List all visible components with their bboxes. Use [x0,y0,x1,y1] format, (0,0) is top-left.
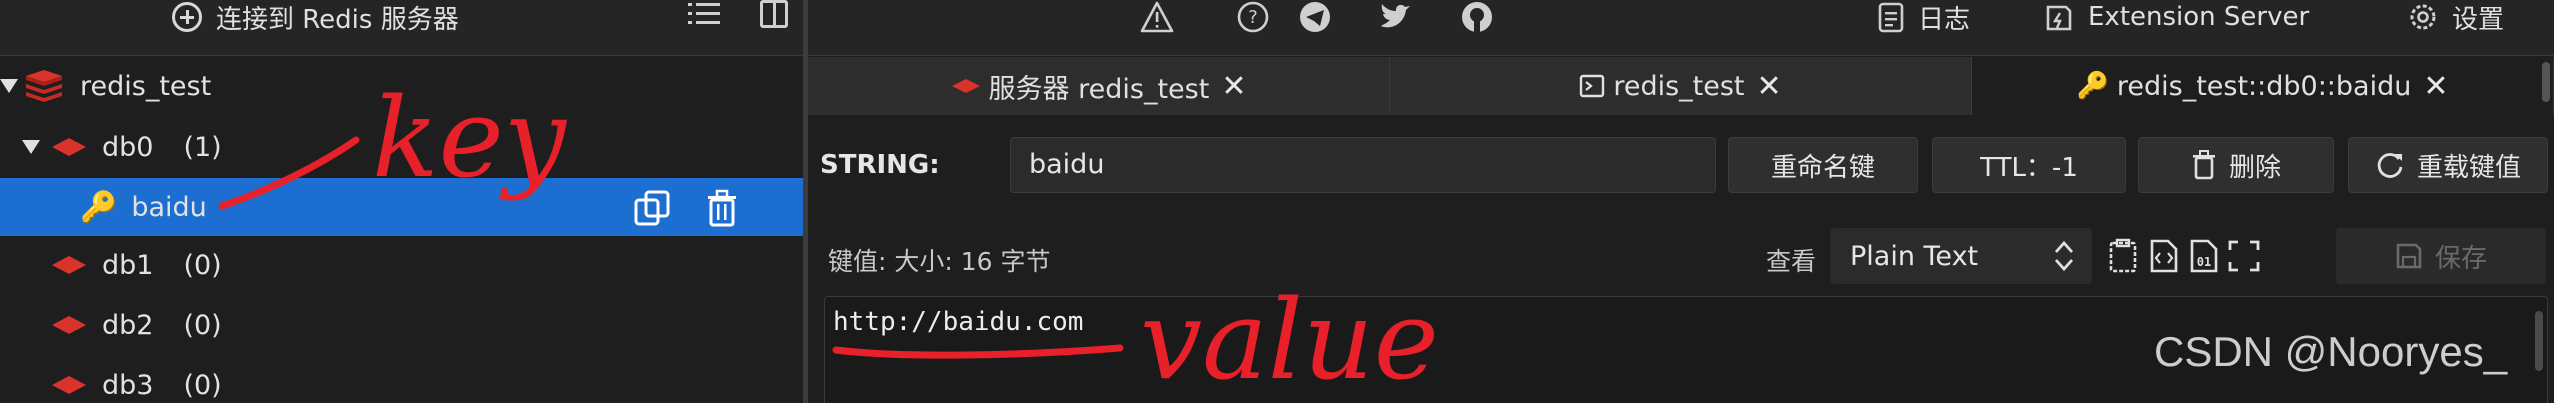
key-icon: 🔑 [80,189,118,225]
connection-name: redis_test [80,70,212,102]
db-name: db2 [102,309,154,341]
tree-connection-row[interactable]: redis_test [0,57,803,115]
watermark: CSDN @Nooryes_ [2154,328,2508,375]
database-icon [52,256,86,274]
view-mode-select[interactable]: Plain Text [1830,228,2092,284]
tree-db-row[interactable]: db0 (1) [0,118,803,176]
database-icon [52,316,86,334]
settings-button[interactable]: 设置 [2408,0,2505,35]
svg-text:?: ? [1248,7,1258,28]
key-type-label: STRING: [820,150,940,180]
save-button[interactable]: 保存 [2336,228,2546,284]
gear-icon [2410,4,2436,30]
updown-chevron-icon [2054,240,2074,272]
key-info-row: STRING: baidu 重命名键 TTL：-1 删除 重载键值 [808,130,2554,200]
redis-logo-icon [26,70,62,102]
list-icon[interactable] [688,1,720,27]
telegram-icon[interactable] [1298,0,1332,34]
extension-icon [2046,5,2072,31]
close-tab-icon[interactable]: ✕ [2423,69,2448,104]
tab-label: redis_test::db0::baidu [2116,70,2412,102]
clipboard-icon[interactable] [2106,238,2142,274]
connect-redis-label: 连接到 Redis 服务器 [216,4,459,35]
db-key-count: (0) [183,369,222,401]
fullscreen-icon[interactable] [2226,238,2262,274]
sidebar-toolbar: 连接到 Redis 服务器 [0,0,803,56]
tab-label: redis_test [1613,70,1745,102]
warning-icon[interactable] [1140,0,1174,34]
save-icon [2396,243,2422,269]
rename-key-label: 重命名键 [1770,152,1875,183]
close-tab-icon[interactable]: ✕ [1757,69,1782,104]
rename-key-button[interactable]: 重命名键 [1728,137,1918,193]
panel-toggle-icon[interactable] [760,0,788,28]
tab-label: 服务器 redis_test [988,73,1210,105]
reload-icon [2377,153,2403,178]
twitter-icon[interactable] [1378,0,1412,34]
github-icon[interactable] [1460,0,1494,34]
terminal-icon [1580,74,1605,98]
value-size-label: 键值: 大小: 16 字节 [828,247,1051,276]
ttl-label: TTL：-1 [1980,152,2078,183]
tab-key-baidu[interactable]: 🔑 redis_test::db0::baidu ✕ [1972,57,2554,115]
trash-icon [2192,150,2215,180]
log-icon [1878,2,1904,33]
binary-file-icon[interactable]: 01 [2186,238,2222,274]
top-toolbar: ? 日志 Extension Server 设置 [808,0,2554,56]
log-label: 日志 [1918,4,1971,35]
db-name: db0 [102,131,154,163]
plus-circle-icon [172,2,202,32]
key-name-input[interactable]: baidu [1010,137,1716,193]
database-icon [52,376,86,394]
close-tab-icon[interactable]: ✕ [1221,69,1246,104]
svg-text:01: 01 [2197,255,2211,269]
tabs-scrollbar[interactable] [2542,62,2550,102]
expand-caret-icon[interactable] [22,140,40,154]
db-name: db3 [102,369,154,401]
delete-key-label: 删除 [2228,152,2281,183]
connect-redis-button[interactable]: 连接到 Redis 服务器 [172,0,459,35]
editor-scrollbar[interactable] [2535,311,2543,371]
extension-server-button[interactable]: Extension Server [2044,0,2309,34]
reload-key-label: 重载键值 [2416,152,2521,183]
redis-icon [951,79,980,93]
view-mode-value: Plain Text [1850,240,1979,272]
connection-sidebar: 连接到 Redis 服务器 redis_test db0 (1) 🔑 baidu [0,0,803,403]
delete-key-icon[interactable] [702,188,742,228]
settings-label: 设置 [2452,4,2505,35]
code-file-icon[interactable] [2146,238,2182,274]
tree-key-row-selected[interactable]: 🔑 baidu [0,178,803,236]
ttl-button[interactable]: TTL：-1 [1932,137,2126,193]
tree-db-row[interactable]: db1 (0) [0,236,803,294]
value-text[interactable]: http://baidu.com [833,307,1083,337]
copy-key-icon[interactable] [632,188,672,228]
view-label: 查看 [1766,247,1817,276]
help-icon[interactable]: ? [1236,0,1270,34]
db-key-count: (0) [183,249,222,281]
tree-db-row[interactable]: db3 (0) [0,356,803,403]
key-row-label: baidu [131,191,207,223]
log-button[interactable]: 日志 [1878,0,1971,35]
tab-server[interactable]: 服务器 redis_test ✕ [808,57,1390,115]
db-key-count: (0) [183,309,222,341]
save-label: 保存 [2434,243,2487,274]
expand-caret-icon[interactable] [0,79,18,93]
db-key-count: (1) [183,131,222,163]
tab-bar: 服务器 redis_test ✕ redis_test ✕ 🔑 redis_te… [808,57,2554,115]
reload-key-button[interactable]: 重载键值 [2348,137,2548,193]
tree-db-row[interactable]: db2 (0) [0,296,803,354]
delete-key-button[interactable]: 删除 [2138,137,2334,193]
extension-server-label: Extension Server [2088,2,2310,32]
database-icon [52,138,86,156]
db-name: db1 [102,249,154,281]
tab-console[interactable]: redis_test ✕ [1390,57,1972,115]
key-icon: 🔑 [2076,71,2109,101]
